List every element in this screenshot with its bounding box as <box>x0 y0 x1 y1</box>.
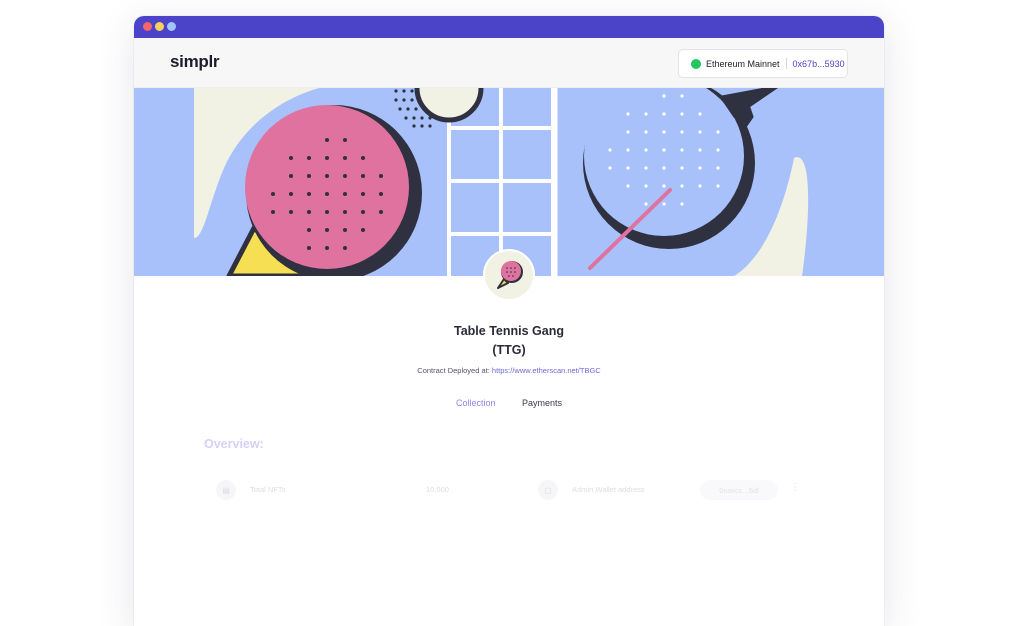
admin-wallet-address[interactable]: 0xaxcc...5dl <box>700 480 778 500</box>
network-status-icon <box>691 58 701 69</box>
more-options-icon[interactable]: ⋮ <box>790 483 800 493</box>
wallet-icon: ▢ <box>538 480 558 500</box>
tab-payments[interactable]: Payments <box>522 398 562 408</box>
overview-heading: Overview: <box>204 437 264 451</box>
simplr-logo[interactable]: simplr <box>170 52 220 72</box>
nft-icon: ▤ <box>216 480 236 500</box>
network-name: Ethereum Mainnet <box>706 58 780 69</box>
admin-wallet-value: 0xaxcc...5dl <box>719 485 759 495</box>
wallet-divider <box>785 58 787 69</box>
overview-stats: ▤ Total NFTs 10,000 ▢ Admin Wallet addre… <box>216 475 806 505</box>
browser-window: simplr Ethereum Mainnet 0x67b...5930 Tab… <box>134 16 884 626</box>
ping-pong-paddles-illustration <box>134 88 884 276</box>
ping-pong-paddle-icon <box>497 261 523 289</box>
tab-collection[interactable]: Collection <box>456 398 496 408</box>
contract-link[interactable]: https://www.etherscan.net/TBGC <box>492 366 601 375</box>
total-nfts-label: Total NFTs <box>250 485 286 494</box>
close-window-button[interactable] <box>143 22 152 31</box>
collection-name: Table Tennis Gang <box>454 324 564 338</box>
collection-symbol: (TTG) <box>492 343 526 357</box>
tab-bar: Collection Payments <box>134 398 884 408</box>
wallet-address: 0x67b...5930 <box>792 58 845 69</box>
contract-label: Contract Deployed at: <box>417 366 490 375</box>
app-header: simplr Ethereum Mainnet 0x67b...5930 <box>134 38 884 88</box>
window-titlebar <box>134 16 884 38</box>
wallet-connect-button[interactable]: Ethereum Mainnet 0x67b...5930 <box>678 49 848 78</box>
collection-banner <box>134 88 884 276</box>
total-nfts-value: 10,000 <box>426 485 449 494</box>
contract-info: Contract Deployed at: https://www.ethers… <box>134 366 884 375</box>
minimize-window-button[interactable] <box>155 22 164 31</box>
admin-wallet-label: Admin Wallet address <box>572 485 645 494</box>
collection-avatar <box>483 249 535 301</box>
maximize-window-button[interactable] <box>167 22 176 31</box>
